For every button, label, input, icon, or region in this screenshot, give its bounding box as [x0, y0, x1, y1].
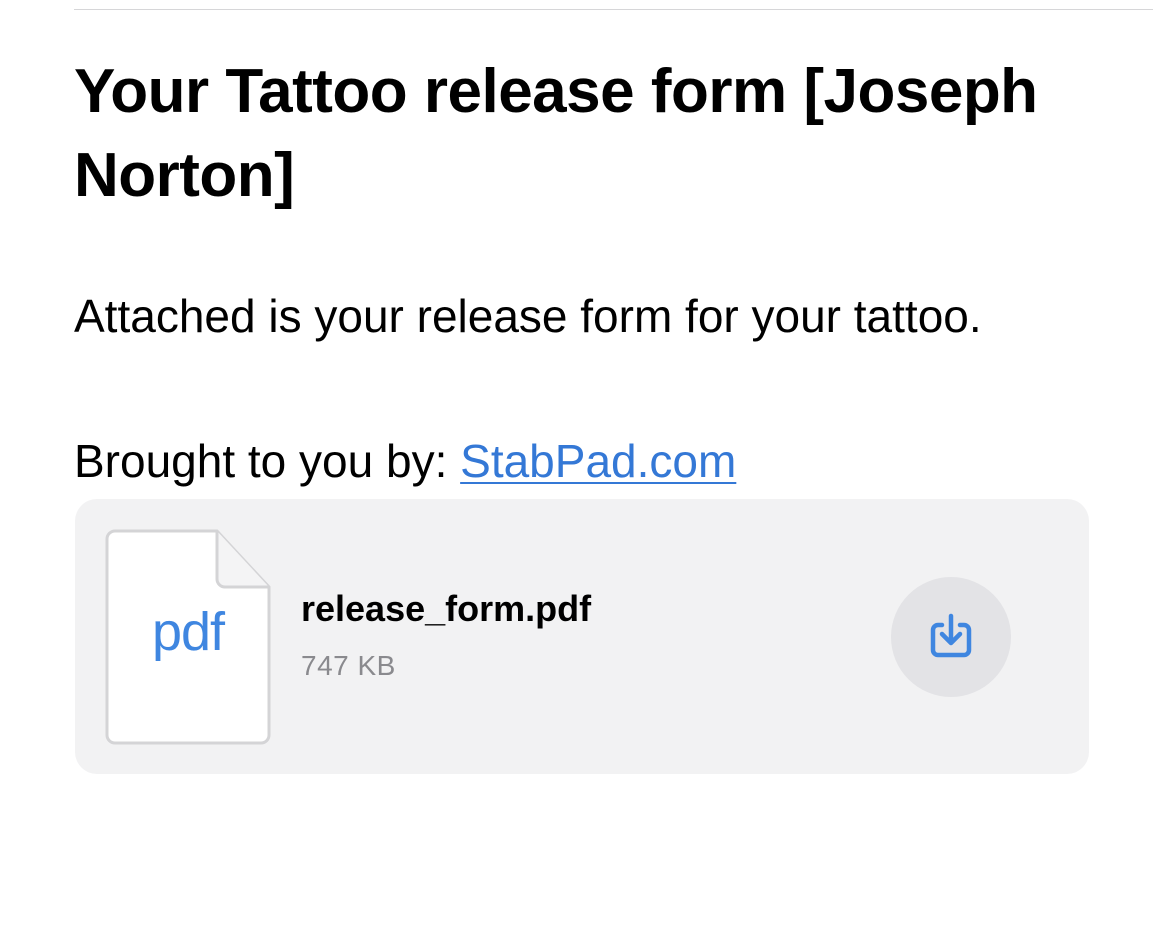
attachment-file-name: release_form.pdf — [301, 588, 592, 629]
download-icon — [930, 613, 972, 658]
pdf-document-icon: pdf — [105, 529, 271, 745]
attachment-card[interactable]: pdf release_form.pdf 747 KB — [75, 499, 1089, 774]
brought-by-label: Brought to you by: — [74, 435, 461, 487]
header-divider — [74, 9, 1153, 10]
email-body-text: Attached is your release form for your t… — [74, 290, 982, 342]
file-type-label: pdf — [151, 602, 225, 662]
attachment-file-size: 747 KB — [301, 650, 396, 681]
stabpad-link[interactable]: StabPad.com — [460, 435, 736, 487]
download-button[interactable] — [891, 577, 1011, 697]
brought-by-line: Brought to you by: StabPad.com — [74, 433, 736, 489]
email-subject: Your Tattoo release form [Joseph Norton] — [74, 57, 1038, 210]
